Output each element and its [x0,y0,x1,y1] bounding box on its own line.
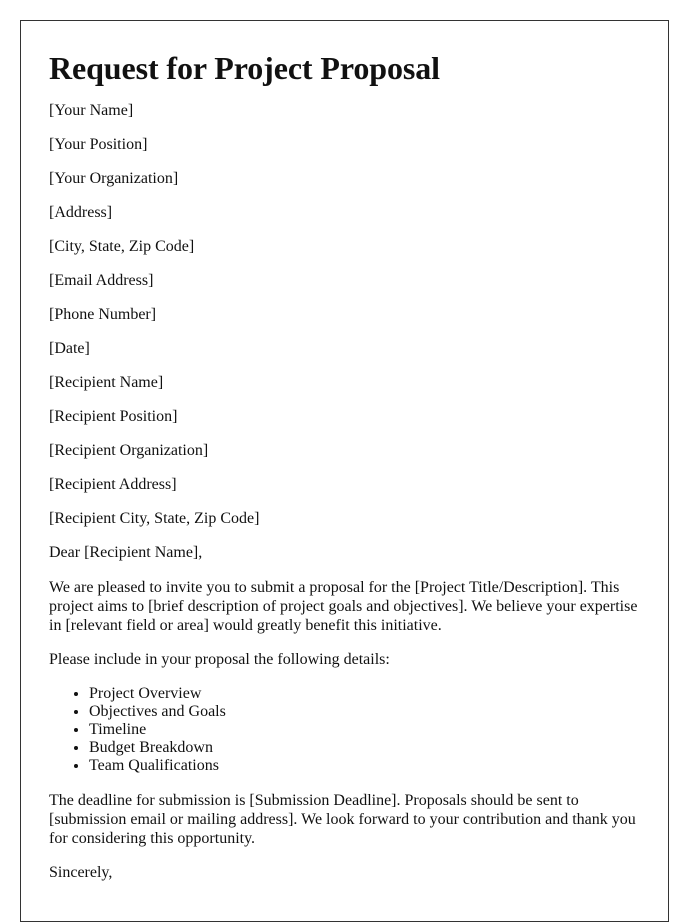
sender-address: [Address] [49,204,113,221]
recipient-address: [Recipient Address] [49,476,177,493]
list-item: Project Overview [89,685,648,703]
details-list: Project Overview Objectives and Goals Ti… [49,685,648,775]
list-item: Timeline [89,721,648,739]
closing-paragraph: The deadline for submission is [Submissi… [49,792,636,847]
signoff: Sincerely, [49,864,113,881]
letter-title: Request for Project Proposal [49,50,440,86]
letter-page: Request for Project Proposal [Your Name]… [20,20,669,922]
sender-name: [Your Name] [49,102,134,119]
list-item: Budget Breakdown [89,739,648,757]
sender-organization: [Your Organization] [49,170,179,187]
sender-city-state-zip: [City, State, Zip Code] [49,238,195,255]
sender-phone: [Phone Number] [49,306,157,323]
recipient-name: [Recipient Name] [49,374,164,391]
letter-date: [Date] [49,340,90,357]
recipient-city-state-zip: [Recipient City, State, Zip Code] [49,510,260,527]
sender-email: [Email Address] [49,272,154,289]
salutation: Dear [Recipient Name], [49,544,203,561]
intro-paragraph: We are pleased to invite you to submit a… [49,579,638,634]
details-intro: Please include in your proposal the foll… [49,651,390,668]
recipient-position: [Recipient Position] [49,408,178,425]
list-item: Objectives and Goals [89,703,648,721]
recipient-organization: [Recipient Organization] [49,442,209,459]
sender-position: [Your Position] [49,136,148,153]
list-item: Team Qualifications [89,757,648,775]
